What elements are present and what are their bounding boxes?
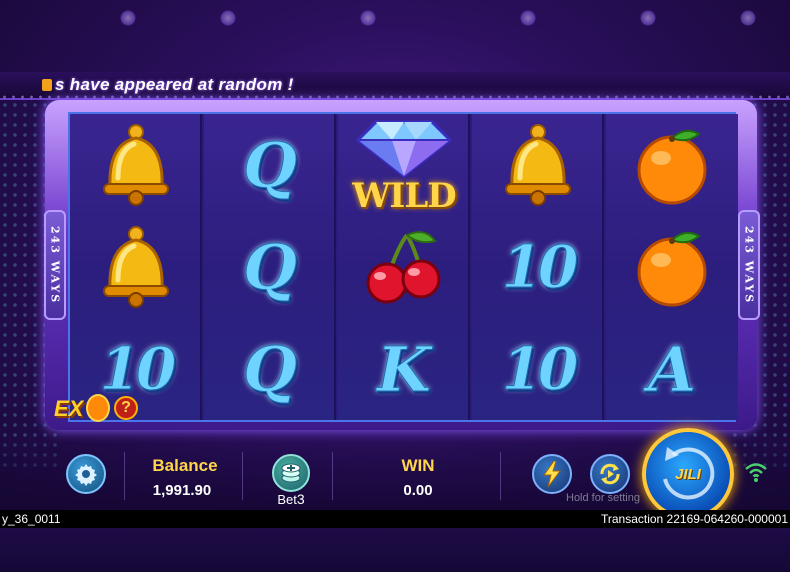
wild-label: WILD xyxy=(352,176,456,216)
symbol-ten: 10 xyxy=(472,216,604,318)
bet-label-group: Bet3 xyxy=(266,491,316,507)
symbol-ten: 10 xyxy=(472,318,604,420)
divider xyxy=(124,452,125,500)
gear-icon xyxy=(75,464,97,486)
symbol-label: 10 xyxy=(501,233,579,302)
help-button[interactable]: ? xyxy=(114,396,138,420)
win-value: 0.00 xyxy=(403,482,433,499)
reel-5: A xyxy=(606,114,738,420)
ways-label: 243 WAYS xyxy=(742,225,756,305)
symbol-orange xyxy=(606,216,738,318)
reels-window: 10 Q Q Q WILD K 10 10 A xyxy=(68,112,738,422)
marquee-banner: s have appeared at random ! xyxy=(0,72,790,100)
bell-icon xyxy=(103,124,169,206)
ex-feature-badge[interactable]: EX ? xyxy=(54,392,140,428)
reel-1: 10 xyxy=(70,114,202,420)
bet-button[interactable] xyxy=(272,454,310,492)
stage-lights xyxy=(0,0,790,80)
turbo-button[interactable] xyxy=(532,454,572,494)
bet-value: 3 xyxy=(296,491,305,507)
footer-bar: y_36_0011 Transaction 22169-064260-00000… xyxy=(0,510,790,528)
orange-icon xyxy=(637,129,707,205)
autoplay-icon xyxy=(600,463,620,485)
transaction-id: Transaction 22169-064260-000001 xyxy=(600,512,788,526)
spin-logo-text: JILI xyxy=(675,465,701,483)
divider xyxy=(500,452,501,500)
autoplay-button[interactable] xyxy=(590,454,630,494)
symbol-a: A xyxy=(606,318,738,420)
symbol-orange xyxy=(606,114,738,216)
coins-icon xyxy=(281,463,301,483)
symbol-bell xyxy=(70,114,202,216)
diamond-icon xyxy=(356,120,452,178)
win-label: WIN xyxy=(401,456,435,475)
wifi-icon xyxy=(745,463,767,482)
symbol-q: Q xyxy=(204,114,336,216)
cherry-icon xyxy=(366,231,441,304)
symbol-bell xyxy=(70,216,202,318)
ways-label: 243 WAYS xyxy=(48,225,62,305)
ex-badge-text: EX xyxy=(54,396,84,421)
symbol-label: K xyxy=(377,332,432,406)
ways-panel-right: 243 WAYS xyxy=(738,210,760,320)
game-id: y_36_0011 xyxy=(2,512,61,526)
spin-button[interactable]: JILI xyxy=(642,428,734,520)
orange-icon xyxy=(637,231,707,307)
symbol-wild: WILD xyxy=(338,114,470,216)
symbol-cherry xyxy=(338,216,470,318)
ways-panel-left: 243 WAYS xyxy=(44,210,66,320)
settings-button[interactable] xyxy=(66,454,106,494)
reel-4: 10 10 xyxy=(472,114,604,420)
lightning-icon xyxy=(543,461,561,487)
marquee-text: s have appeared at random ! xyxy=(55,75,294,94)
symbol-k: K xyxy=(338,318,470,420)
bet-label: Bet xyxy=(277,492,297,507)
symbol-bell xyxy=(472,114,604,216)
bell-icon xyxy=(505,124,571,206)
ex-arrow-icon xyxy=(86,394,110,422)
symbol-label: 10 xyxy=(501,335,579,404)
symbol-q: Q xyxy=(204,216,336,318)
bell-icon xyxy=(103,226,169,308)
symbol-label: Q xyxy=(242,332,297,406)
reel-2: Q Q Q xyxy=(204,114,336,420)
reel-3: WILD K xyxy=(338,114,470,420)
symbol-label: Q xyxy=(242,128,297,202)
bottom-backdrop xyxy=(0,528,790,572)
divider xyxy=(332,452,333,500)
balance-label: Balance xyxy=(152,456,218,475)
game-stage: s have appeared at random ! 10 Q Q Q WIL… xyxy=(0,0,790,572)
marquee-symbol-icon xyxy=(42,79,52,91)
symbol-label: A xyxy=(647,332,697,406)
divider xyxy=(242,452,243,500)
balance-value: 1,991.90 xyxy=(152,482,212,499)
hold-hint: Hold for setting xyxy=(566,492,640,504)
symbol-label: Q xyxy=(242,230,297,304)
symbol-q: Q xyxy=(204,318,336,420)
